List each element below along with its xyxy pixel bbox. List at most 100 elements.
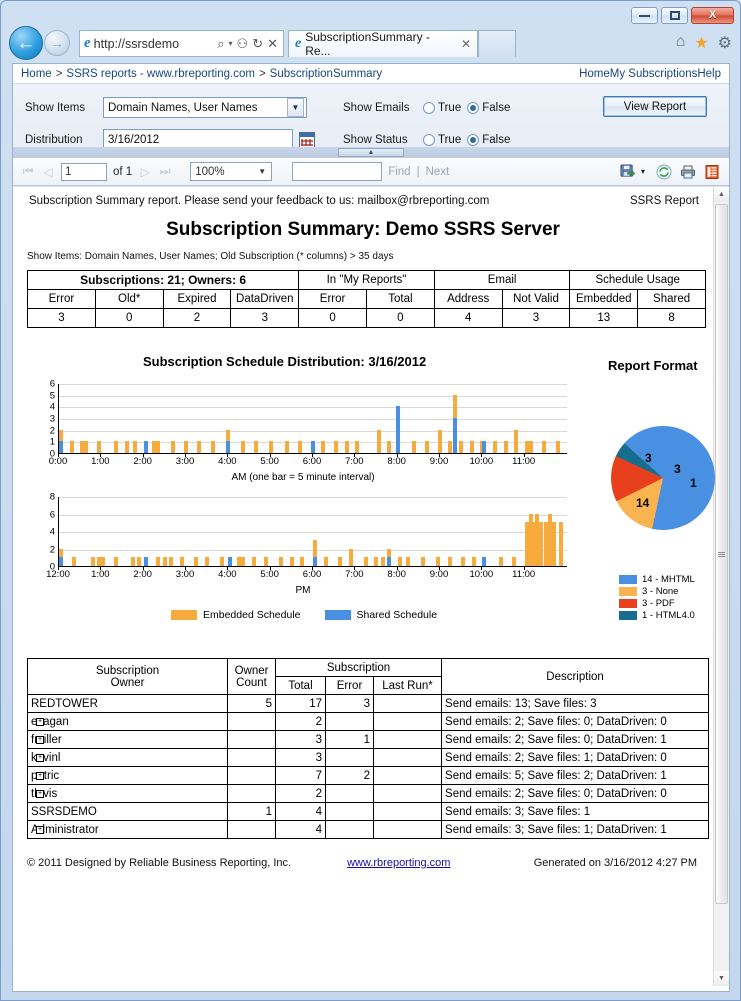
compatibility-view-icon[interactable]: ⚇ — [237, 36, 249, 52]
breadcrumb-item-subscriptionsummary[interactable]: SubscriptionSummary — [270, 68, 382, 80]
address-bar[interactable]: e http://ssrsdemo ⌕ ▾ ⚇ ↻ ✕ — [79, 30, 284, 57]
expand-icon[interactable]: + — [36, 771, 44, 780]
chart-bar — [179, 557, 184, 566]
refresh-icon[interactable]: ↻ — [252, 36, 263, 52]
collapse-handle[interactable]: ▲ — [338, 147, 404, 157]
next-page-icon[interactable]: ▷ — [138, 165, 152, 179]
cell-owner-count — [227, 712, 276, 731]
last-page-icon[interactable]: ⏭ — [158, 164, 172, 179]
nav-icon-group: ⌂ ★ ⚙ — [676, 33, 732, 53]
expand-icon[interactable]: + — [36, 735, 44, 744]
expand-icon[interactable]: + — [36, 789, 44, 798]
breadcrumb-item-ssrs-reports[interactable]: SSRS reports - www.rbreporting.com — [66, 68, 255, 80]
table-row[interactable]: + kevinl 3 Send emails: 2; Save files: 1; D… — [27, 748, 710, 767]
table-row[interactable]: + fmiller 3 1 Send emails: 2; Save files: 0;… — [27, 730, 710, 749]
link-home[interactable]: Home — [579, 68, 610, 80]
charts-region: Subscription Schedule Distribution: 3/16… — [23, 354, 715, 644]
chevron-down-icon[interactable]: ▼ — [287, 98, 304, 117]
minimize-button[interactable] — [631, 7, 658, 24]
expand-icon[interactable]: + — [36, 753, 44, 762]
chevron-down-icon[interactable]: ▾ — [229, 39, 233, 48]
cell-owner-count: 1 — [227, 802, 276, 821]
export-chevron-down-icon[interactable]: ▾ — [641, 167, 645, 176]
report-vertical-scrollbar[interactable]: ▲ ▼ — [713, 187, 729, 986]
report-parameters-panel: Show Items Domain Names, User Names ▼ Di… — [13, 84, 729, 158]
parameters-collapse-splitter[interactable]: ▲ — [13, 147, 729, 157]
new-tab-button[interactable] — [478, 30, 516, 57]
summary-col-myreports-total: Total — [365, 289, 435, 309]
first-page-icon[interactable]: ⏮ — [21, 164, 35, 179]
pie-slice-label-pdf: 3 — [674, 462, 681, 476]
close-button[interactable]: X — [691, 7, 734, 24]
find-button[interactable]: Find — [388, 166, 410, 178]
refresh-icon[interactable] — [655, 163, 673, 181]
address-input[interactable]: http://ssrsdemo — [94, 37, 216, 51]
show-items-select[interactable]: Domain Names, User Names ▼ — [103, 97, 307, 118]
x-tick-label: 7:00 — [345, 569, 364, 580]
radio-label: True — [438, 133, 462, 146]
tab-subscription-summary[interactable]: e SubscriptionSummary - Re... ✕ — [288, 30, 478, 58]
show-emails-false-radio[interactable]: False — [467, 101, 510, 114]
back-button[interactable]: ← — [9, 26, 43, 60]
detail-col-last-run: Last Run* — [372, 676, 443, 695]
x-tick-label: 5:00 — [260, 456, 279, 467]
cell-error: 1 — [325, 730, 374, 749]
scrollbar-thumb[interactable] — [715, 204, 728, 904]
breadcrumb-item-home[interactable]: Home — [21, 68, 52, 80]
gridline — [59, 497, 567, 498]
previous-page-icon[interactable]: ◁ — [41, 165, 55, 179]
expand-icon[interactable]: + — [36, 825, 44, 834]
favorites-icon[interactable]: ★ — [694, 33, 708, 53]
report-content: Subscription Summary report. Please send… — [13, 187, 715, 869]
y-tick-label: 2 — [49, 425, 55, 437]
table-row[interactable]: + patric 7 2 Send emails: 5; Save files: 2; … — [27, 766, 710, 785]
x-tick-mark — [523, 567, 525, 570]
expand-icon[interactable]: + — [36, 717, 44, 726]
report-title: Subscription Summary: Demo SSRS Server — [166, 219, 560, 240]
table-row[interactable]: + tlavis 2 Send emails: 2; Save files: 0; D… — [27, 784, 710, 803]
cell-error: 3 — [325, 694, 374, 713]
x-tick-label: 0:00 — [48, 456, 68, 467]
tab-strip: e SubscriptionSummary - Re... ✕ — [288, 30, 516, 58]
cell-total: 3 — [275, 730, 326, 749]
home-icon[interactable]: ⌂ — [676, 33, 686, 53]
y-tick-label: 3 — [49, 413, 55, 425]
show-emails-true-radio[interactable]: True — [423, 101, 461, 114]
link-help[interactable]: Help — [697, 68, 721, 80]
page-number-input[interactable]: 1 — [61, 162, 107, 181]
show-status-true-radio[interactable]: True — [423, 133, 462, 146]
link-my-subscriptions[interactable]: My Subscriptions — [610, 68, 698, 80]
summary-val-expired: 2 — [162, 308, 232, 328]
find-input[interactable] — [292, 162, 383, 181]
chart-bar — [97, 441, 102, 453]
forward-button[interactable]: → — [44, 30, 70, 56]
table-row[interactable]: REDTOWER 5 17 3 Send emails: 13; Save files:… — [27, 694, 710, 713]
show-status-false-radio[interactable]: False — [467, 133, 510, 146]
page-layout-icon[interactable] — [703, 163, 721, 181]
scroll-up-button[interactable]: ▲ — [714, 187, 729, 202]
table-row[interactable]: + Administrator 4 Send emails: 3; Save file… — [27, 820, 710, 839]
calendar-icon[interactable] — [299, 131, 315, 148]
tab-close-icon[interactable]: ✕ — [461, 37, 471, 51]
find-next-button[interactable]: Next — [426, 166, 450, 178]
summary-col-myreports-error: Error — [298, 289, 367, 309]
table-row[interactable]: SSRSDEMO 1 4 Send emails: 3; Save files: 1 — [27, 802, 710, 821]
print-icon[interactable] — [679, 163, 697, 181]
scrollbar-track[interactable] — [714, 202, 729, 971]
view-report-button[interactable]: View Report — [603, 96, 707, 117]
scroll-down-button[interactable]: ▼ — [714, 971, 729, 986]
back-arrow-icon: ← — [16, 32, 36, 54]
maximize-button[interactable] — [661, 7, 688, 24]
y-tick-label: 2 — [49, 544, 55, 555]
pm-x-axis: 12:00 1:00 2:00 3:00 4:00 5:00 6:00 7:00 8:00 9:0… — [46, 567, 567, 581]
zoom-select[interactable]: 100% ▼ — [190, 162, 273, 181]
stop-icon[interactable]: ✕ — [267, 36, 278, 52]
footer-link[interactable]: www.rbreporting.com — [347, 857, 450, 869]
gear-icon[interactable]: ⚙ — [718, 33, 732, 53]
table-row[interactable]: + esagan 2 Send emails: 2; Save files: 0; D… — [27, 712, 710, 731]
export-disk-icon[interactable] — [619, 163, 637, 181]
x-tick-mark — [185, 454, 186, 457]
chart-bar — [556, 441, 561, 453]
search-icon[interactable]: ⌕ — [217, 36, 224, 52]
chevron-down-icon[interactable]: ▼ — [258, 167, 269, 176]
